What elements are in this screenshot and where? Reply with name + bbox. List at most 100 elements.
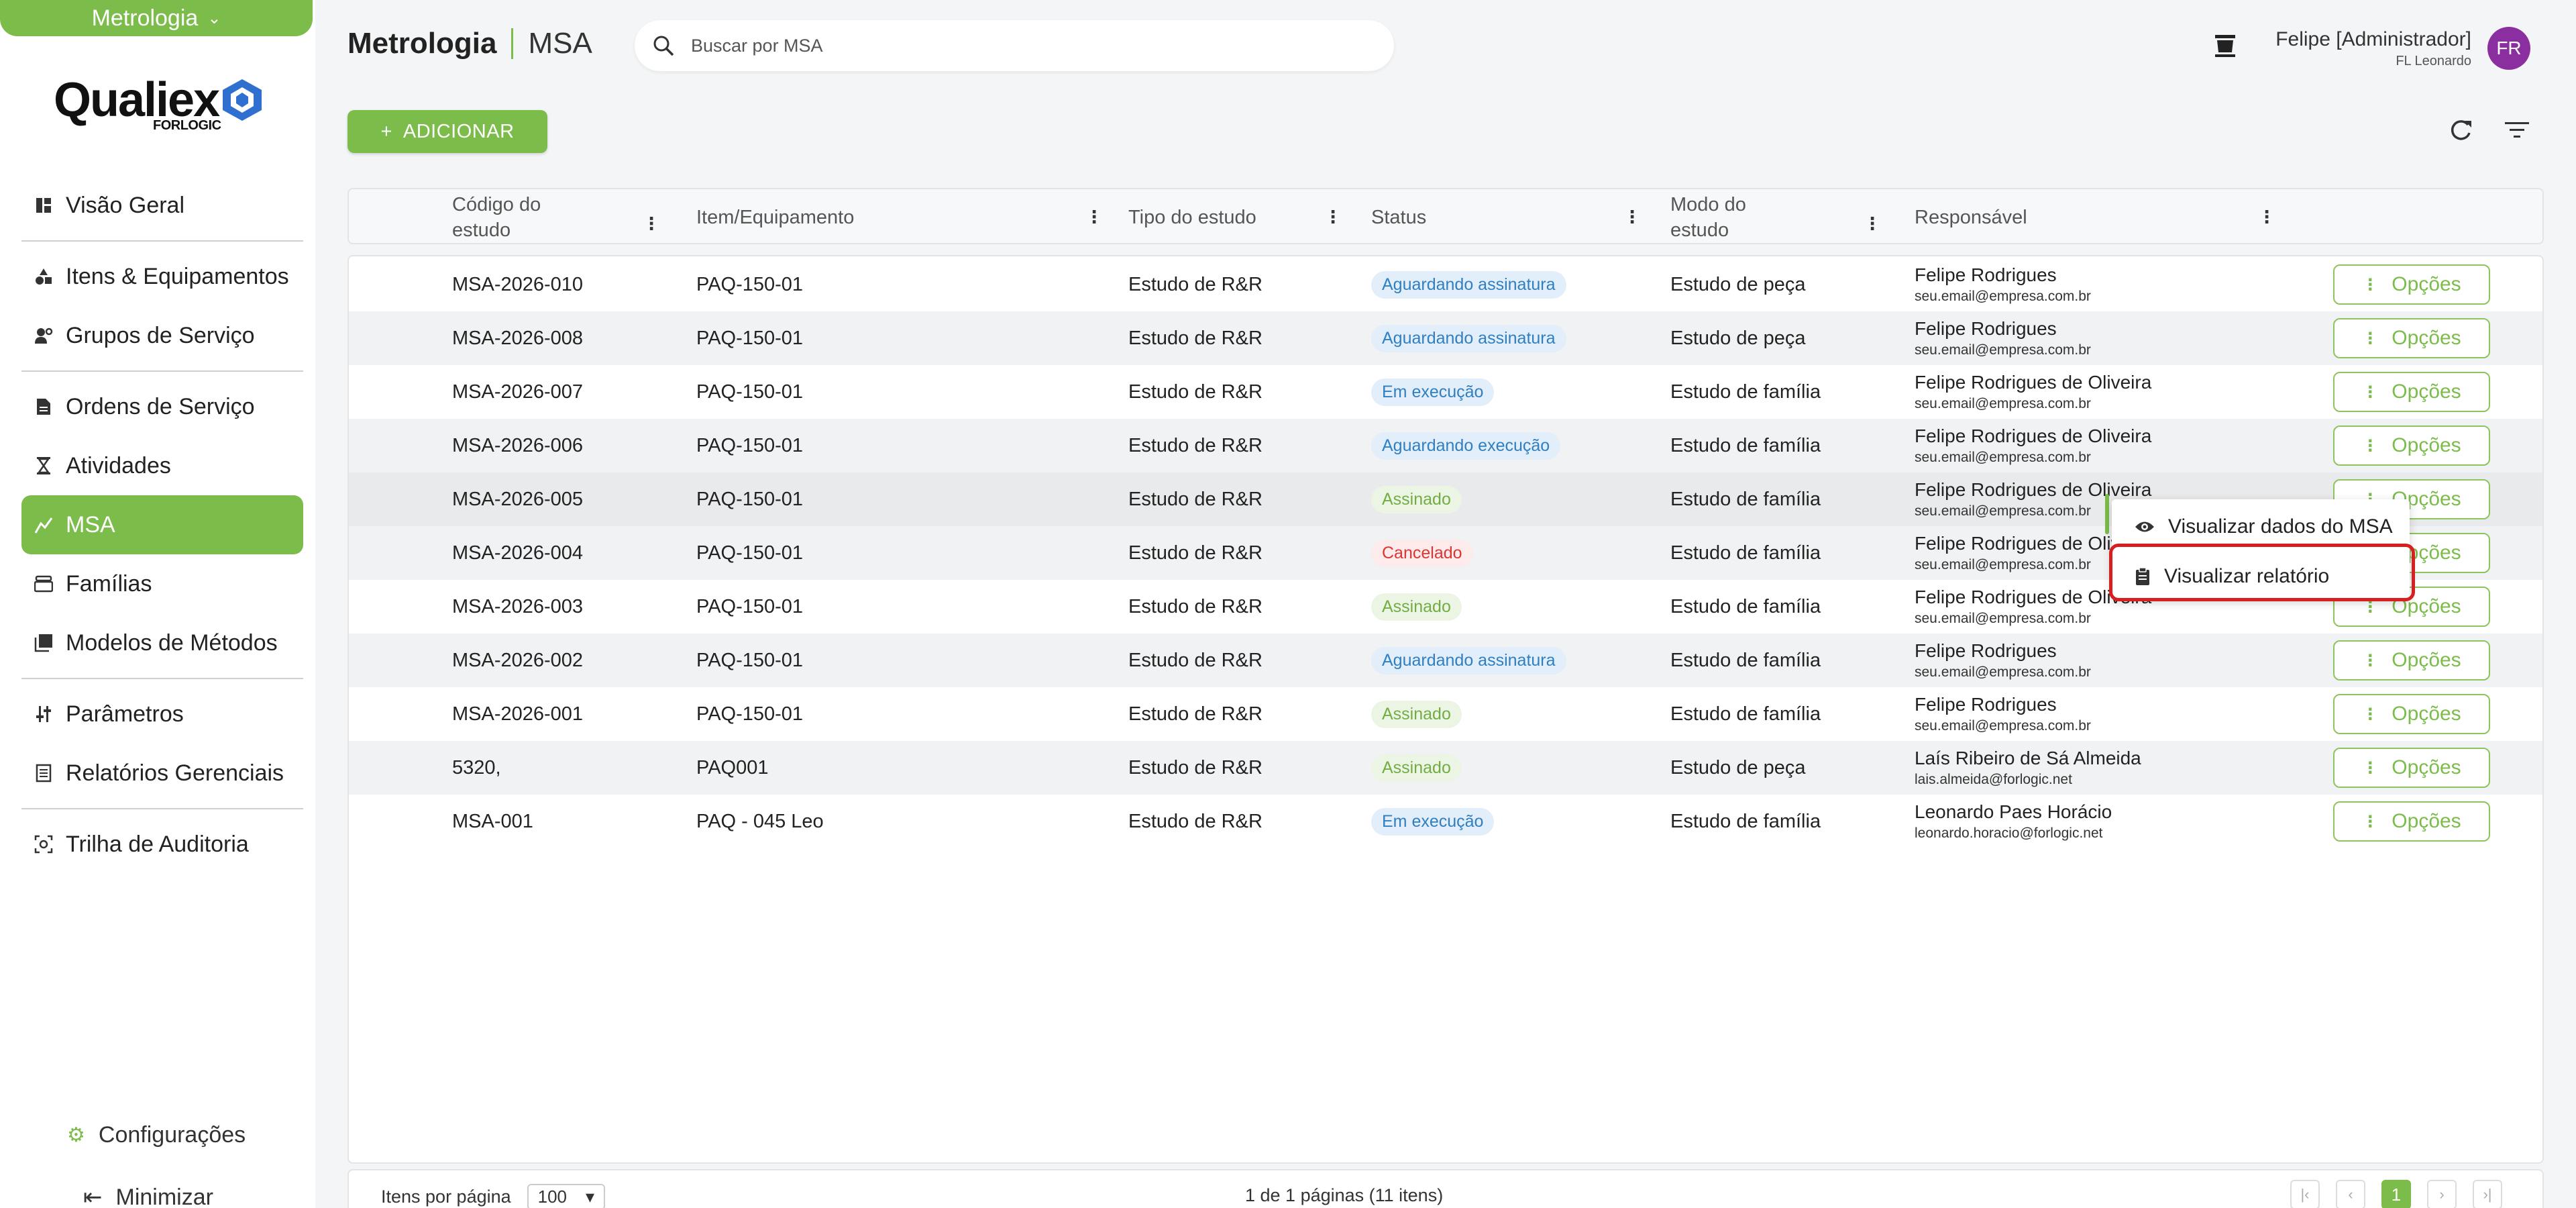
- column-menu-icon[interactable]: ⋮: [1324, 207, 1342, 228]
- current-page-button[interactable]: 1: [2381, 1180, 2411, 1208]
- cell-item: PAQ-150-01: [696, 542, 804, 564]
- items-per-page-label: Itens por página: [381, 1187, 511, 1207]
- column-header-status[interactable]: Status ⋮: [1371, 189, 1641, 246]
- cell-code: MSA-2026-008: [452, 327, 584, 349]
- sidebar-item-parametros[interactable]: Parâmetros: [21, 685, 303, 744]
- responsavel-email: seu.email@empresa.com.br: [1915, 450, 2091, 465]
- settings-link[interactable]: ⚙ Configurações: [67, 1122, 246, 1148]
- table-row[interactable]: MSA-2026-008 PAQ-150-01 Estudo de R&R Ag…: [349, 311, 2542, 365]
- cell-item: PAQ-150-01: [696, 434, 804, 456]
- add-button[interactable]: + ADICIONAR: [347, 110, 547, 153]
- options-button[interactable]: ⋮ Opções: [2333, 694, 2490, 734]
- column-menu-icon[interactable]: ⋮: [1864, 213, 1881, 234]
- table-row[interactable]: MSA-001 PAQ - 045 Leo Estudo de R&R Em e…: [349, 795, 2542, 848]
- cell-status: Aguardando execução: [1371, 419, 1561, 472]
- column-header-modo[interactable]: Modo do estudo ⋮: [1670, 189, 1892, 246]
- next-page-icon[interactable]: ›: [2427, 1180, 2457, 1208]
- column-menu-icon[interactable]: ⋮: [2258, 207, 2275, 228]
- sidebar-item-label: Trilha de Auditoria: [66, 831, 249, 857]
- cell-type: Estudo de R&R: [1128, 327, 1263, 349]
- table-row[interactable]: MSA-2026-002 PAQ-150-01 Estudo de R&R Ag…: [349, 634, 2542, 687]
- sidebar-item-itens-equipamentos[interactable]: Itens & Equipamentos: [21, 247, 303, 306]
- refresh-icon[interactable]: [2447, 117, 2474, 144]
- options-label: Opções: [2392, 756, 2461, 778]
- prev-page-icon[interactable]: ‹: [2336, 1180, 2365, 1208]
- responsavel-email: seu.email@empresa.com.br: [1915, 342, 2091, 358]
- cell-responsavel: Laís Ribeiro de Sá Almeida lais.almeida@f…: [1915, 741, 2141, 795]
- responsavel-email: seu.email@empresa.com.br: [1915, 503, 2091, 519]
- column-menu-icon[interactable]: ⋮: [643, 213, 660, 234]
- sidebar-item-familias[interactable]: Famílias: [21, 554, 303, 613]
- cell-code: MSA-2026-001: [452, 703, 584, 725]
- cell-type: Estudo de R&R: [1128, 810, 1263, 832]
- status-badge: Aguardando assinatura: [1371, 646, 1566, 674]
- column-menu-icon[interactable]: ⋮: [1623, 207, 1641, 228]
- sidebar-nav: Visão Geral Itens & Equipamentos Grupos …: [21, 176, 303, 874]
- options-button[interactable]: ⋮ Opções: [2333, 425, 2490, 466]
- sidebar-item-atividades[interactable]: Atividades: [21, 436, 303, 495]
- table-row[interactable]: MSA-2026-007 PAQ-150-01 Estudo de R&R Em…: [349, 365, 2542, 419]
- kebab-icon: ⋮: [2362, 383, 2379, 401]
- cell-code: MSA-2026-004: [452, 542, 584, 564]
- module-selector[interactable]: Metrologia ⌄: [0, 0, 313, 36]
- sidebar: Metrologia ⌄ Qualiex FORLOGIC Visão Gera…: [0, 0, 315, 1208]
- search-input[interactable]: [691, 35, 1295, 56]
- options-button[interactable]: ⋮ Opções: [2333, 318, 2490, 358]
- sidebar-item-modelos-metodos[interactable]: Modelos de Métodos: [21, 613, 303, 672]
- options-button[interactable]: ⋮ Opções: [2333, 372, 2490, 412]
- column-header-item[interactable]: Item/Equipamento ⋮: [696, 189, 1103, 246]
- column-menu-icon[interactable]: ⋮: [1085, 207, 1103, 228]
- responsavel-email: seu.email@empresa.com.br: [1915, 396, 2091, 411]
- options-button[interactable]: ⋮ Opções: [2333, 264, 2490, 305]
- divider: [21, 370, 303, 372]
- sidebar-item-relatorios-gerenciais[interactable]: Relatórios Gerenciais: [21, 744, 303, 803]
- table-row[interactable]: MSA-2026-010 PAQ-150-01 Estudo de R&R Ag…: [349, 258, 2542, 311]
- cell-code: MSA-2026-003: [452, 595, 584, 617]
- cell-mode: Estudo de família: [1670, 595, 1821, 617]
- cell-responsavel: Felipe Rodrigues seu.email@empresa.com.br: [1915, 687, 2091, 741]
- items-per-page-select[interactable]: 100 ▾: [527, 1184, 606, 1208]
- coffee-cup-icon[interactable]: [2212, 32, 2239, 59]
- sidebar-item-label: Grupos de Serviço: [66, 322, 255, 348]
- audit-icon: [34, 834, 54, 854]
- user-info[interactable]: Felipe [Administrador] FL Leonardo: [2275, 28, 2471, 69]
- table-row[interactable]: MSA-2026-001 PAQ-150-01 Estudo de R&R As…: [349, 687, 2542, 741]
- chart-icon: [34, 515, 54, 535]
- responsavel-email: seu.email@empresa.com.br: [1915, 611, 2091, 626]
- column-header-tipo[interactable]: Tipo do estudo ⋮: [1128, 189, 1343, 246]
- sidebar-item-msa[interactable]: MSA: [21, 495, 303, 554]
- cell-type: Estudo de R&R: [1128, 703, 1263, 725]
- responsavel-name: Felipe Rodrigues de Oliveira: [1915, 479, 2152, 500]
- first-page-icon[interactable]: |‹: [2290, 1180, 2320, 1208]
- last-page-icon[interactable]: ›|: [2473, 1180, 2502, 1208]
- options-button[interactable]: ⋮ Opções: [2333, 748, 2490, 788]
- sidebar-item-ordens-servico[interactable]: Ordens de Serviço: [21, 377, 303, 436]
- status-badge: Aguardando assinatura: [1371, 270, 1566, 299]
- sidebar-item-grupos-servico[interactable]: Grupos de Serviço: [21, 306, 303, 365]
- sidebar-item-visao-geral[interactable]: Visão Geral: [21, 176, 303, 235]
- table-row[interactable]: 5320, PAQ001 Estudo de R&R Assinado Estu…: [349, 741, 2542, 795]
- avatar[interactable]: FR: [2487, 27, 2530, 70]
- options-label: Opções: [2392, 381, 2461, 403]
- sidebar-item-label: Modelos de Métodos: [66, 630, 278, 656]
- options-label: Opções: [2392, 703, 2461, 725]
- cell-status: Assinado: [1371, 580, 1462, 634]
- minimize-sidebar-button[interactable]: ⇤ Minimizar: [83, 1184, 213, 1208]
- logo-mark-icon: [223, 79, 262, 121]
- sidebar-item-trilha-auditoria[interactable]: Trilha de Auditoria: [21, 815, 303, 874]
- gear-icon: ⚙: [67, 1124, 85, 1146]
- table-body: MSA-2026-010 PAQ-150-01 Estudo de R&R Ag…: [347, 255, 2544, 1164]
- options-button[interactable]: ⋮ Opções: [2333, 640, 2490, 681]
- options-button[interactable]: ⋮ Opções: [2333, 801, 2490, 842]
- sidebar-item-label: Ordens de Serviço: [66, 393, 255, 419]
- divider: [21, 808, 303, 809]
- status-badge: Em execução: [1371, 378, 1495, 406]
- cell-status: Aguardando assinatura: [1371, 634, 1566, 687]
- highlight-box: [2109, 544, 2415, 601]
- column-label: Modo do estudo: [1670, 194, 1746, 241]
- column-header-responsavel[interactable]: Responsável ⋮: [1915, 189, 2290, 246]
- table-row[interactable]: MSA-2026-006 PAQ-150-01 Estudo de R&R Ag…: [349, 419, 2542, 472]
- column-header-codigo[interactable]: Código do estudo ⋮: [452, 189, 660, 246]
- filter-icon[interactable]: [2504, 118, 2530, 142]
- column-label: Responsável: [1915, 207, 2027, 228]
